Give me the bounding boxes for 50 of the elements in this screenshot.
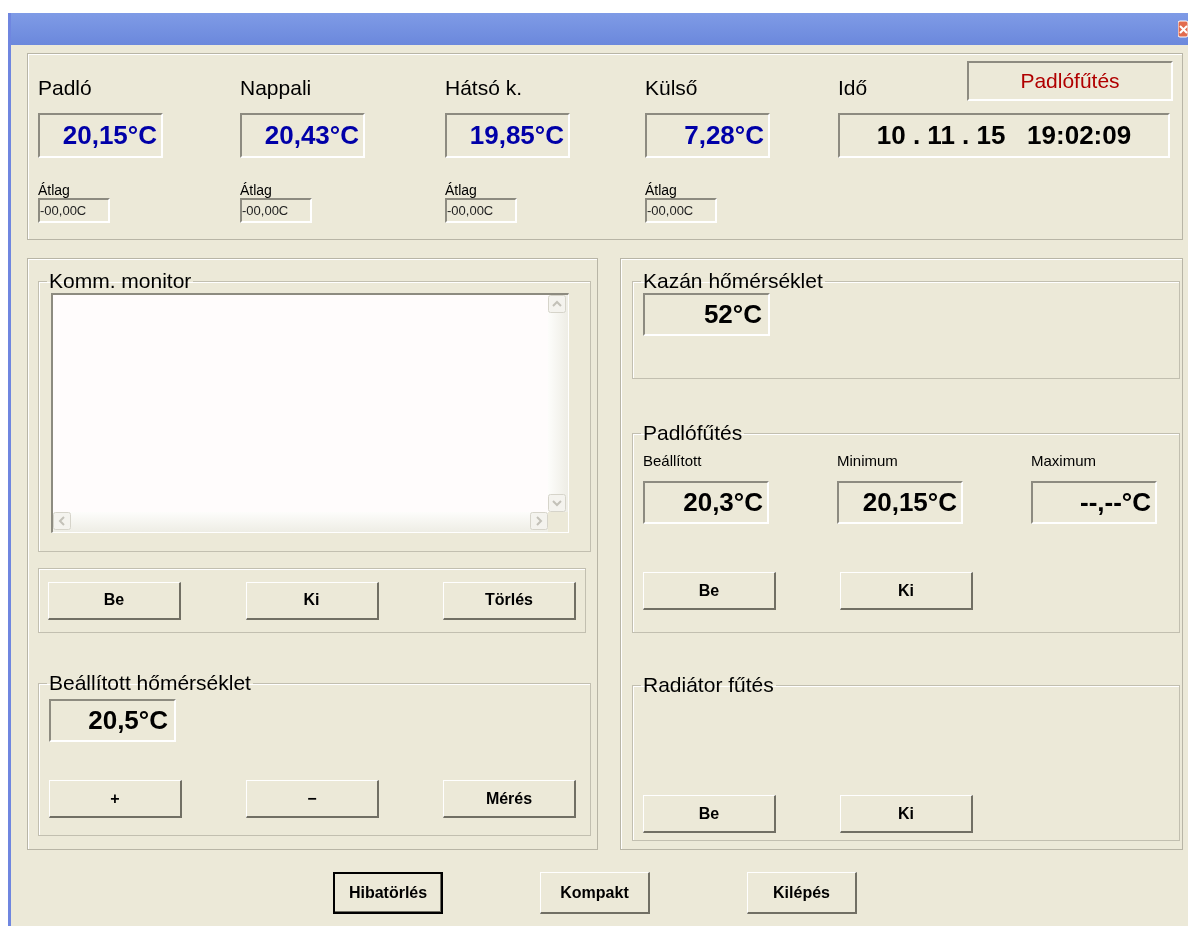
sensor-label: Hátsó k.: [445, 75, 523, 101]
boiler-temperature-display: 52°C: [643, 293, 770, 336]
button[interactable]: Törlés: [443, 581, 576, 620]
reading-label: Minimum: [837, 451, 899, 471]
average-label: Átlag: [645, 182, 678, 198]
clock-label: Idő: [838, 75, 868, 101]
group-title: Radiátor fűtés: [642, 673, 775, 697]
temperature-display: 20,15°C: [837, 481, 963, 524]
average-display: -00,00C: [240, 198, 312, 223]
button[interactable]: Ki: [245, 581, 379, 620]
button[interactable]: Be: [643, 572, 776, 610]
log-listbox[interactable]: [51, 293, 569, 533]
reading-label: Maximum: [1031, 451, 1097, 471]
reading-label: Beállított: [643, 451, 703, 471]
date-time-display: 10 . 11 . 15 19:02:09: [838, 113, 1170, 158]
button[interactable]: +: [49, 780, 182, 818]
group-title: Beállított hőmérséklet: [48, 671, 252, 695]
button[interactable]: Be: [643, 795, 776, 833]
mode-indicator: Padlófűtés: [967, 61, 1173, 101]
temperature-display: 7,28°C: [645, 113, 770, 158]
group-title: Kazán hőmérséklet: [642, 269, 824, 293]
group-title: Komm. monitor: [48, 269, 193, 293]
button[interactable]: Ki: [840, 795, 973, 833]
button[interactable]: Mérés: [443, 780, 576, 818]
sensor-label: Külső: [645, 75, 698, 101]
sensor-label: Padló: [38, 75, 92, 101]
group-title: Padlófűtés: [642, 421, 744, 445]
average-label: Átlag: [240, 182, 273, 198]
average-label: Átlag: [38, 182, 71, 198]
scrollbar-corner: [548, 512, 568, 532]
button[interactable]: Kilépés: [747, 872, 857, 914]
button[interactable]: −: [246, 780, 379, 818]
temperature-display: 19,85°C: [445, 113, 570, 158]
temperature-display: 20,3°C: [643, 481, 769, 524]
button[interactable]: Ki: [840, 572, 973, 610]
average-display: -00,00C: [38, 198, 110, 223]
button[interactable]: Be: [48, 581, 181, 620]
setpoint-display: 20,5°C: [49, 699, 176, 742]
average-label: Átlag: [445, 182, 478, 198]
average-display: -00,00C: [645, 198, 717, 223]
temperature-display: 20,43°C: [240, 113, 365, 158]
button[interactable]: Kompakt: [540, 872, 650, 914]
button[interactable]: Hibatörlés: [333, 872, 443, 914]
sensor-label: Nappali: [240, 75, 312, 101]
temperature-display: 20,15°C: [38, 113, 163, 158]
average-display: -00,00C: [445, 198, 517, 223]
horizontal-scrollbar[interactable]: [53, 512, 548, 532]
vertical-scrollbar[interactable]: [548, 295, 568, 512]
close-icon[interactable]: [1178, 20, 1188, 38]
temperature-display: --,--°C: [1031, 481, 1157, 524]
